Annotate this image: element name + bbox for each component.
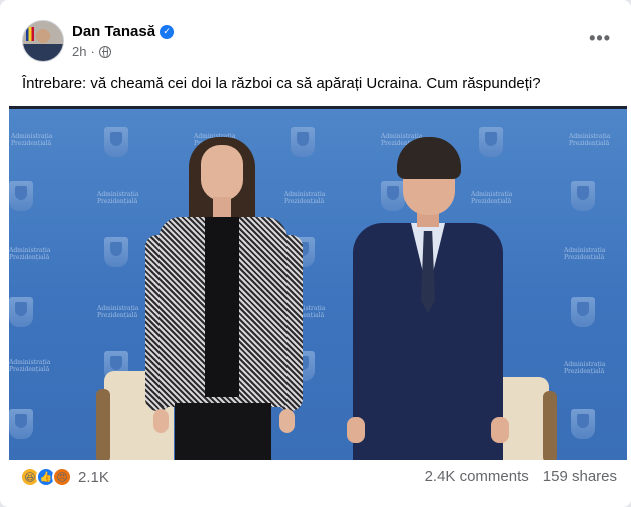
watermark: Administrația Prezidențială — [9, 247, 51, 261]
watermark: Administrația Prezidențială — [97, 305, 139, 319]
watermark: Administrația Prezidențială — [9, 359, 51, 373]
coat-of-arms-icon — [104, 237, 128, 267]
globe-icon — [98, 45, 111, 58]
coat-of-arms-icon — [571, 181, 595, 211]
reaction-count: 2.1K — [78, 468, 109, 486]
verified-badge-icon: ✓ — [160, 24, 175, 39]
coat-of-arms-icon — [9, 409, 33, 439]
angry-reaction-icon: 😠 — [52, 467, 72, 487]
post-timestamp[interactable]: 2h — [72, 44, 86, 59]
post-stats: 2.4K comments 159 shares — [425, 468, 617, 485]
watermark: Administrația Prezidențială — [564, 361, 606, 375]
reactions-summary[interactable]: 😆 👍 😠 2.1K — [20, 467, 109, 487]
flag-icon — [26, 27, 34, 41]
watermark: Administrația Prezidențială — [97, 191, 139, 205]
comments-count-link[interactable]: 2.4K comments — [425, 468, 529, 485]
person-woman — [139, 135, 309, 460]
coat-of-arms-icon — [571, 409, 595, 439]
watermark: Administrația Prezidențială — [11, 133, 53, 147]
separator-dot: · — [90, 44, 95, 59]
watermark: Administrația Prezidențială — [564, 247, 606, 261]
post-header: Dan Tanasă ✓ 2h · ••• — [20, 18, 615, 66]
post-photo[interactable]: Administrația Prezidențială Administrați… — [9, 106, 627, 460]
post-text: Întrebare: vă cheamă cei doi la război c… — [22, 75, 541, 92]
coat-of-arms-icon — [9, 297, 33, 327]
post-card: Dan Tanasă ✓ 2h · ••• Întrebare: vă chea… — [0, 0, 631, 507]
coat-of-arms-icon — [9, 181, 33, 211]
person-man — [341, 137, 511, 460]
coat-of-arms-icon — [571, 297, 595, 327]
author-name[interactable]: Dan Tanasă — [72, 23, 155, 40]
coat-of-arms-icon — [104, 127, 128, 157]
author-row: Dan Tanasă ✓ — [72, 23, 175, 40]
post-meta: 2h · — [72, 44, 111, 59]
shares-count-link[interactable]: 159 shares — [543, 468, 617, 485]
watermark: Administrația Prezidențială — [569, 133, 611, 147]
more-options-button[interactable]: ••• — [589, 28, 611, 49]
engagement-bar: 😆 👍 😠 2.1K 2.4K comments 159 shares — [20, 465, 617, 493]
author-avatar[interactable] — [22, 20, 64, 62]
